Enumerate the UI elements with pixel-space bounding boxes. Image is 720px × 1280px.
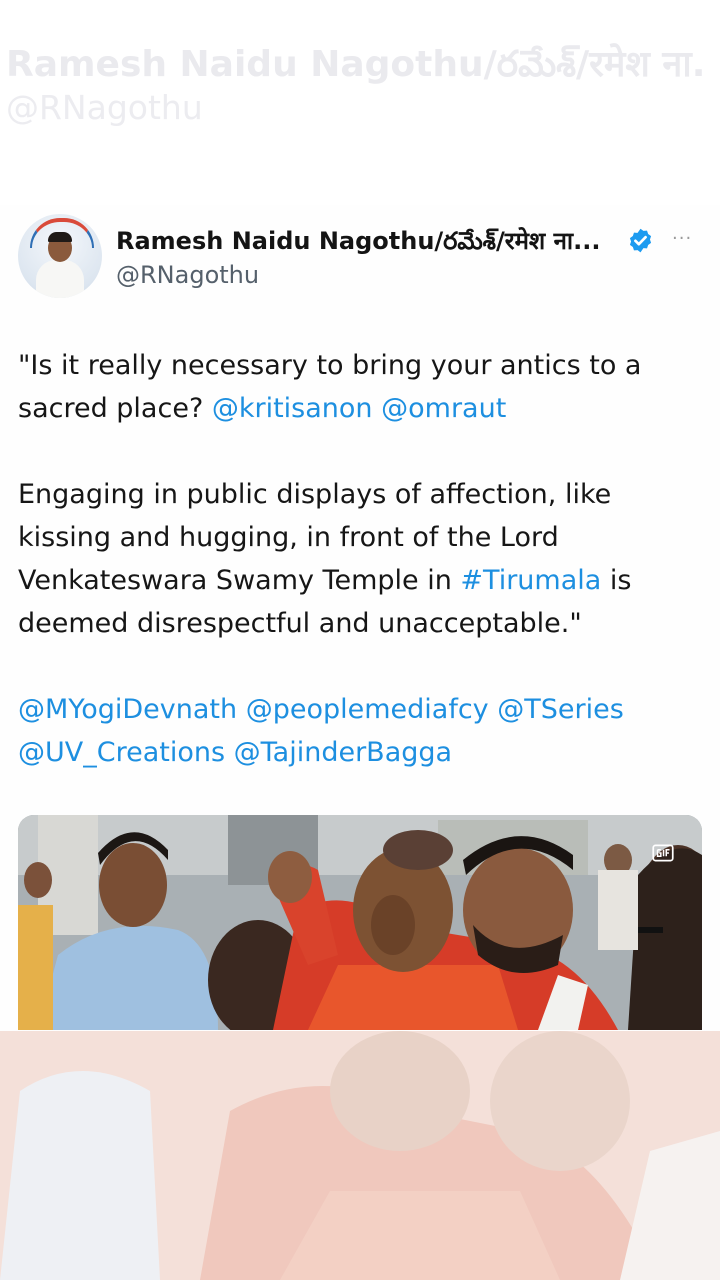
tweet-text: "Is it really necessary to bring your an… bbox=[18, 344, 708, 774]
display-name[interactable]: Ramesh Naidu Nagothu/రమేశ్/रमेश ना... bbox=[116, 224, 601, 261]
background-handle: @RNagothu bbox=[6, 88, 203, 127]
mention-link[interactable]: @TSeries bbox=[497, 694, 624, 725]
user-handle[interactable]: @RNagothu bbox=[116, 261, 259, 289]
media-scene bbox=[18, 815, 702, 1030]
avatar-hair bbox=[48, 232, 72, 242]
mention-link[interactable]: @peoplemediafcy bbox=[246, 694, 489, 725]
tweet-paragraph-2: Engaging in public displays of affection… bbox=[18, 473, 708, 645]
tweet-paragraph-1: "Is it really necessary to bring your an… bbox=[18, 344, 708, 430]
gif-icon[interactable] bbox=[650, 840, 676, 866]
avatar[interactable] bbox=[18, 214, 102, 298]
background-media-blur bbox=[0, 1031, 720, 1280]
hashtag-link[interactable]: #Tirumala bbox=[460, 565, 601, 596]
mention-link[interactable]: @omraut bbox=[381, 393, 506, 424]
mention-link[interactable]: @kritisanon bbox=[212, 393, 373, 424]
more-options-icon[interactable]: ··· bbox=[672, 228, 692, 249]
mention-link[interactable]: @MYogiDevnath bbox=[18, 694, 237, 725]
background-header: Ramesh Naidu Nagothu/రమేశ్/रमेश ना. @RNa… bbox=[0, 0, 720, 205]
verified-badge-icon bbox=[629, 228, 652, 253]
mention-link[interactable]: @UV_Creations bbox=[18, 737, 225, 768]
tweet-paragraph-3: @MYogiDevnath @peoplemediafcy @TSeries @U… bbox=[18, 688, 708, 774]
media-thumbnail[interactable] bbox=[18, 815, 702, 1030]
background-media-scene bbox=[0, 1031, 720, 1280]
mention-link[interactable]: @TajinderBagga bbox=[234, 737, 452, 768]
avatar-shirt bbox=[36, 260, 84, 298]
background-title: Ramesh Naidu Nagothu/రమేశ్/रमेश ना. bbox=[6, 44, 706, 85]
